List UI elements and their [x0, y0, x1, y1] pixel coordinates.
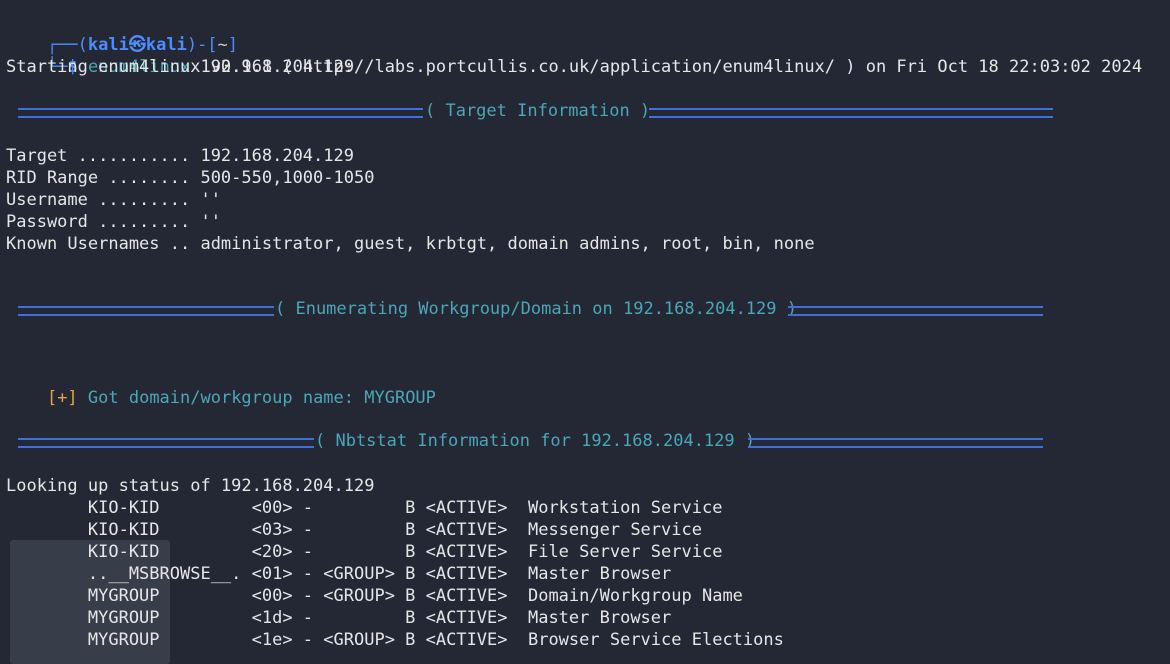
plus-indicator: [+]	[46, 388, 78, 408]
nbtstat-row: MYGROUP <1d> - B <ACTIVE> Master Browser	[6, 608, 672, 628]
target-info-line: Password ......... ''	[6, 212, 221, 232]
target-info-line: Target ........... 192.168.204.129	[6, 146, 354, 166]
prompt-line: ┌──(kali㉿kali)-[~]	[6, 12, 238, 55]
target-info-line: Known Usernames .. administrator, guest,…	[6, 234, 815, 254]
nbtstat-row: KIO-KID <03> - B <ACTIVE> Messenger Serv…	[6, 520, 702, 540]
command-line[interactable]: └─$ enum4linux 192.168.204.129	[6, 34, 354, 77]
section-rule-left	[18, 306, 274, 316]
nbtstat-row: MYGROUP <1e> - <GROUP> B <ACTIVE> Browse…	[6, 630, 784, 650]
section-rule-right	[788, 306, 1043, 316]
starting-line: Starting enum4linux v0.9.1 ( http://labs…	[6, 57, 1143, 77]
section-rule-right	[748, 438, 1043, 448]
nbtstat-row: MYGROUP <00> - <GROUP> B <ACTIVE> Domain…	[6, 586, 743, 606]
nbtstat-row: KIO-KID <20> - B <ACTIVE> File Server Se…	[6, 542, 723, 562]
got-domain-line: [+] Got domain/workgroup name: MYGROUP	[6, 365, 436, 408]
section-title-nbtstat: ( Nbtstat Information for 192.168.204.12…	[315, 431, 756, 451]
terminal-window[interactable]: ┌──(kali㉿kali)-[~] └─$ enum4linux 192.16…	[0, 0, 1170, 664]
section-rule-left	[18, 438, 314, 448]
target-info-line: RID Range ........ 500-550,1000-1050	[6, 168, 375, 188]
got-domain-text: Got domain/workgroup name: MYGROUP	[77, 388, 436, 408]
section-rule-right	[649, 108, 1053, 118]
target-info-line: Username ......... ''	[6, 190, 221, 210]
section-rule-left	[18, 108, 423, 118]
nbtstat-row: KIO-KID <00> - B <ACTIVE> Workstation Se…	[6, 498, 723, 518]
lookup-line: Looking up status of 192.168.204.129	[6, 476, 375, 496]
nbtstat-row: ..__MSBROWSE__. <01> - <GROUP> B <ACTIVE…	[6, 564, 672, 584]
section-title-target-information: ( Target Information )	[425, 101, 651, 121]
section-title-enumerating-workgroup: ( Enumerating Workgroup/Domain on 192.16…	[275, 299, 797, 319]
